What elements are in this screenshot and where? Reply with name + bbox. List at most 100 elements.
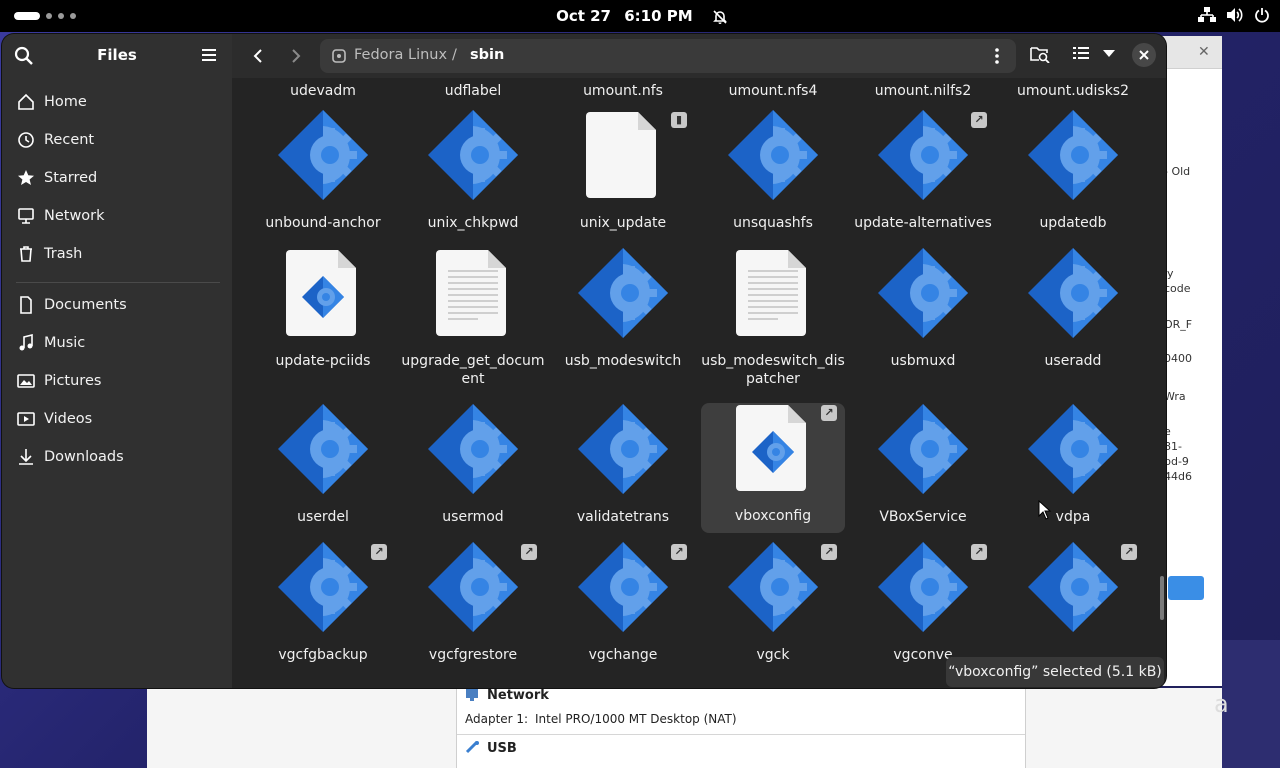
path-separator: / — [452, 47, 457, 63]
file-item[interactable]: umount.nilfs2 — [851, 78, 995, 100]
header-bar: Fedora Linux / sbin — [232, 34, 1166, 78]
background-window-text: code — [1164, 282, 1191, 295]
forward-button[interactable] — [284, 45, 308, 67]
file-item[interactable]: umount.udisks2 — [1001, 78, 1145, 100]
sidebar-item-label: Music — [44, 335, 86, 351]
sidebar-item-label: Videos — [44, 411, 93, 427]
file-item[interactable]: ▮ unix_update — [551, 110, 695, 240]
corner-letter: a — [1214, 690, 1229, 718]
chevron-right-icon — [292, 49, 301, 63]
adapter-label: Adapter 1: — [465, 712, 529, 726]
more-options-icon[interactable] — [994, 48, 1000, 64]
sidebar-item-documents[interactable]: Documents — [16, 291, 127, 319]
file-item[interactable]: upgrade_get_document — [401, 248, 545, 398]
file-item[interactable]: umount.nfs — [551, 78, 695, 100]
path-segment-root[interactable]: Fedora Linux — [354, 47, 447, 63]
file-item[interactable]: udevadm — [251, 78, 395, 100]
main-menu-icon[interactable] — [200, 47, 218, 63]
search-folder-icon[interactable] — [1030, 45, 1050, 63]
file-item[interactable]: ↗ — [1001, 542, 1145, 672]
file-item[interactable]: useradd — [1001, 248, 1145, 398]
executable-icon — [728, 110, 818, 200]
sidebar-item-pictures[interactable]: Pictures — [16, 367, 101, 395]
back-button[interactable] — [246, 45, 270, 67]
file-item[interactable]: unix_chkpwd — [401, 110, 545, 240]
file-item[interactable]: usb_modeswitch_dispatcher — [701, 248, 845, 398]
file-item[interactable]: usbmuxd — [851, 248, 995, 398]
executable-icon — [878, 542, 968, 632]
app-title: Files — [97, 46, 137, 64]
file-name: unix_update — [579, 215, 667, 231]
executable-icon — [1028, 248, 1118, 338]
sidebar-item-videos[interactable]: Videos — [16, 405, 92, 433]
file-item[interactable]: vdpa — [1001, 404, 1145, 534]
sidebar-item-label: Recent — [44, 132, 95, 148]
file-name: update-alternatives — [854, 215, 992, 231]
file-item[interactable]: VBoxService — [851, 404, 995, 534]
file-name: vboxconfig — [734, 508, 812, 524]
file-item[interactable]: udflabel — [401, 78, 545, 100]
file-item[interactable]: ↗ update-alternatives — [851, 110, 995, 240]
file-item[interactable]: unsquashfs — [701, 110, 845, 240]
file-name: umount.nfs — [583, 83, 663, 99]
sidebar-item-label: Network — [44, 208, 105, 224]
sidebar-item-label: Home — [44, 94, 87, 110]
path-bar[interactable]: Fedora Linux / sbin — [320, 39, 1016, 73]
file-name: vgcfgrestore — [428, 647, 518, 663]
file-name: usb_modeswitch — [564, 353, 682, 369]
executable-icon — [428, 404, 518, 494]
file-item[interactable]: validatetrans — [551, 404, 695, 534]
sidebar-item-downloads[interactable]: Downloads — [16, 443, 124, 471]
list-view-icon[interactable] — [1072, 45, 1090, 61]
file-name: update-pciids — [275, 353, 371, 369]
section-divider — [457, 734, 1025, 735]
clock[interactable]: Oct 27 6:10 PM — [0, 7, 1280, 25]
file-item[interactable]: umount.nfs4 — [701, 78, 845, 100]
main-view: Fedora Linux / sbin udevadm udflabel umo… — [232, 34, 1166, 688]
network-icon — [16, 207, 36, 225]
close-button[interactable] — [1132, 43, 1156, 67]
scrollbar[interactable] — [1160, 576, 1164, 620]
file-name: vgcfgbackup — [278, 647, 368, 663]
file-item[interactable]: ↗ vgchange — [551, 542, 695, 672]
clock-icon — [16, 131, 36, 149]
file-item[interactable]: update-pciids — [251, 248, 395, 398]
file-name: usermod — [442, 509, 504, 525]
file-item[interactable]: ↗ vgcfgrestore — [401, 542, 545, 672]
sidebar-item-music[interactable]: Music — [16, 329, 85, 357]
network-wired-icon — [1198, 7, 1216, 22]
executable-icon — [578, 404, 668, 494]
executable-icon — [878, 248, 968, 338]
sidebar-item-home[interactable]: Home — [16, 88, 87, 116]
file-item[interactable]: usermod — [401, 404, 545, 534]
close-icon — [1139, 50, 1149, 60]
background-window-button[interactable] — [1168, 576, 1204, 600]
path-segment-current[interactable]: sbin — [470, 47, 504, 63]
sidebar-item-starred[interactable]: Starred — [16, 164, 97, 192]
music-icon — [16, 334, 36, 352]
file-item[interactable]: ↗ vgck — [701, 542, 845, 672]
symlink-emblem-icon: ↗ — [971, 112, 987, 128]
file-item[interactable]: updatedb — [1001, 110, 1145, 240]
background-window-header — [1162, 36, 1222, 69]
system-tray[interactable] — [1198, 7, 1270, 23]
file-name: usbmuxd — [890, 353, 956, 369]
view-options-chevron-icon[interactable] — [1102, 49, 1116, 59]
file-item[interactable]: ↗ vgconve — [851, 542, 995, 672]
file-name: vgck — [756, 647, 790, 663]
file-item[interactable]: ↗ vboxconfig — [701, 403, 845, 533]
file-item[interactable]: usb_modeswitch — [551, 248, 695, 398]
sidebar-item-recent[interactable]: Recent — [16, 126, 94, 154]
background-close-icon[interactable]: ✕ — [1198, 44, 1210, 60]
file-name: unbound-anchor — [265, 215, 381, 231]
executable-icon — [1028, 110, 1118, 200]
file-item[interactable]: ↗ vgcfgbackup — [251, 542, 395, 672]
text-file-icon — [428, 248, 518, 338]
sidebar-item-label: Trash — [44, 246, 83, 262]
file-item[interactable]: userdel — [251, 404, 395, 534]
sidebar-item-trash[interactable]: Trash — [16, 240, 82, 268]
trash-icon — [16, 245, 36, 263]
background-window-text: bd-9 — [1164, 455, 1189, 468]
sidebar-item-network[interactable]: Network — [16, 202, 105, 230]
file-item[interactable]: unbound-anchor — [251, 110, 395, 240]
